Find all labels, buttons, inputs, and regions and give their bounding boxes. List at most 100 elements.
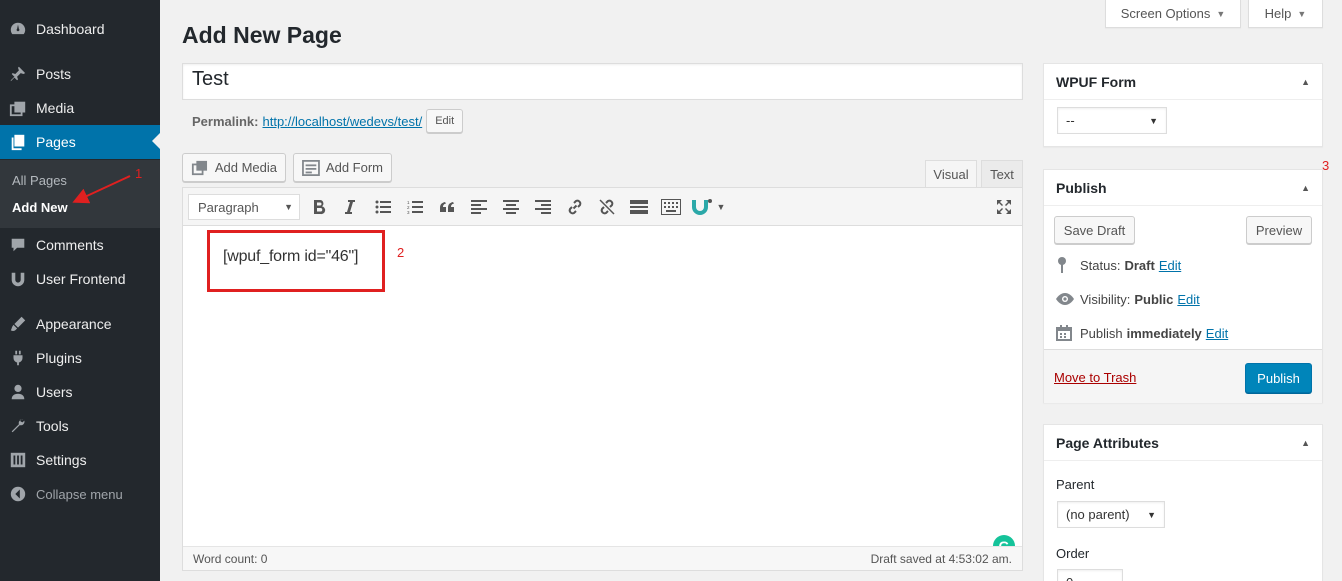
edit-status-link[interactable]: Edit [1159,258,1181,273]
sidebar-item-user-frontend[interactable]: User Frontend [0,262,160,296]
publish-box: Publish ▲ Save Draft Preview Status: Dra… [1043,169,1323,403]
help-button[interactable]: Help ▼ [1248,0,1323,28]
add-form-button[interactable]: Add Form [293,153,392,182]
read-more-icon [630,200,648,214]
visibility-value: Public [1134,291,1174,307]
align-right-button[interactable] [530,194,556,220]
sidebar-item-label: Settings [36,452,87,468]
preview-button[interactable]: Preview [1246,216,1312,244]
sidebar-item-comments[interactable]: Comments [0,228,160,262]
calendar-icon [1056,325,1080,341]
order-input[interactable]: 0 [1057,569,1123,581]
comments-icon [0,236,36,254]
draft-saved-status: Draft saved at 4:53:02 am. [870,552,1012,566]
sidebar-item-media[interactable]: Media [0,91,160,125]
insert-link-button[interactable] [562,194,588,220]
chevron-down-icon: ▼ [1149,115,1158,126]
wpuf-form-select-value: -- [1066,113,1075,128]
pin-icon [0,65,36,83]
screen-options-button[interactable]: Screen Options ▼ [1105,0,1241,28]
bullet-list-icon [375,200,391,214]
remove-link-button[interactable] [594,194,620,220]
submenu-all-pages[interactable]: All Pages [12,173,67,188]
fullscreen-icon [997,200,1011,214]
sidebar-item-dashboard[interactable]: Dashboard [0,12,160,46]
numbered-list-button[interactable]: 123 [402,194,428,220]
publish-button[interactable]: Publish [1245,363,1312,393]
post-title-input[interactable]: Test [182,63,1023,100]
sidebar-item-appearance[interactable]: Appearance [0,307,160,341]
form-icon [302,159,320,176]
italic-button[interactable] [337,194,363,220]
annotation-number-3: 3 [1322,158,1330,173]
sidebar-item-label: Dashboard [36,21,105,37]
italic-icon [345,200,355,214]
page-attributes-header: Page Attributes ▲ [1044,425,1322,461]
tab-visual[interactable]: Visual [925,160,977,188]
tools-icon [0,417,36,435]
sidebar-item-posts[interactable]: Posts [0,57,160,91]
sidebar-item-users[interactable]: Users [0,375,160,409]
page-title: Add New Page [182,22,342,48]
editor-status-bar: Word count: 0 Draft saved at 4:53:02 am. [183,546,1022,570]
align-left-icon [471,200,487,214]
permalink-url[interactable]: http://localhost/wedevs/test/ [262,114,422,129]
chevron-down-icon: ▼ [284,202,293,212]
fullscreen-button[interactable] [991,194,1017,220]
chevron-down-icon: ▼ [1216,8,1226,19]
save-draft-button[interactable]: Save Draft [1054,216,1135,244]
collapse-toggle-icon[interactable]: ▲ [1301,77,1310,87]
parent-select[interactable]: (no parent) ▼ [1057,501,1165,528]
page-attributes-title: Page Attributes [1056,434,1159,451]
admin-sidebar: Dashboard Posts Media Pages All Pages Ad… [0,0,160,581]
wpuf-form-select[interactable]: -- ▼ [1057,107,1167,134]
sidebar-item-settings[interactable]: Settings [0,443,160,477]
order-input-value: 0 [1066,575,1073,581]
permalink-edit-button[interactable]: Edit [426,109,464,133]
page-attributes-box: Page Attributes ▲ Parent (no parent) ▼ O… [1043,424,1323,581]
pages-icon [0,133,36,151]
bold-icon [314,200,326,215]
format-select[interactable]: Paragraph ▼ [188,194,300,220]
blockquote-button[interactable] [434,194,460,220]
edit-publish-time-link[interactable]: Edit [1206,326,1228,341]
align-center-button[interactable] [498,194,524,220]
sidebar-item-label: Comments [36,237,104,253]
sidebar-item-label: Media [36,100,75,116]
link-icon [568,199,582,215]
sidebar-item-plugins[interactable]: Plugins [0,341,160,375]
keyboard-icon [661,199,681,215]
unlink-icon [599,199,615,215]
order-label: Order [1056,546,1090,561]
status-row: Status: Draft Edit [1056,255,1181,275]
wpuf-form-box-title: WPUF Form [1056,73,1137,90]
toolbar-toggle-button[interactable] [658,194,684,220]
submenu-add-new[interactable]: Add New [12,200,68,215]
visibility-row: Visibility: Public Edit [1056,289,1200,309]
collapse-toggle-icon[interactable]: ▲ [1301,438,1310,448]
sidebar-item-tools[interactable]: Tools [0,409,160,443]
collapse-toggle-icon[interactable]: ▲ [1301,183,1310,193]
tab-text[interactable]: Text [981,160,1023,188]
publish-box-header: Publish ▲ [1044,170,1322,206]
add-media-button[interactable]: Add Media [182,153,286,182]
add-form-label: Add Form [325,160,383,175]
publish-box-title: Publish [1056,179,1107,196]
appearance-icon [0,315,36,333]
edit-visibility-link[interactable]: Edit [1177,292,1199,307]
sidebar-item-pages[interactable]: Pages [0,125,160,159]
bullet-list-button[interactable] [370,194,396,220]
align-left-button[interactable] [466,194,492,220]
move-to-trash-link[interactable]: Move to Trash [1054,370,1136,385]
pin-icon [1056,256,1080,274]
sidebar-item-label: Appearance [36,316,112,332]
add-media-label: Add Media [214,160,277,175]
bold-button[interactable] [306,194,332,220]
collapse-menu-button[interactable]: Collapse menu [0,477,160,511]
dashboard-icon [0,20,36,38]
wpuf-shortcode-button[interactable]: ▼ [688,194,728,220]
sidebar-item-label: Pages [36,134,76,150]
wpuf-form-box-header: WPUF Form ▲ [1044,64,1322,100]
read-more-button[interactable] [626,194,652,220]
wpuf-logo-icon [691,199,712,215]
